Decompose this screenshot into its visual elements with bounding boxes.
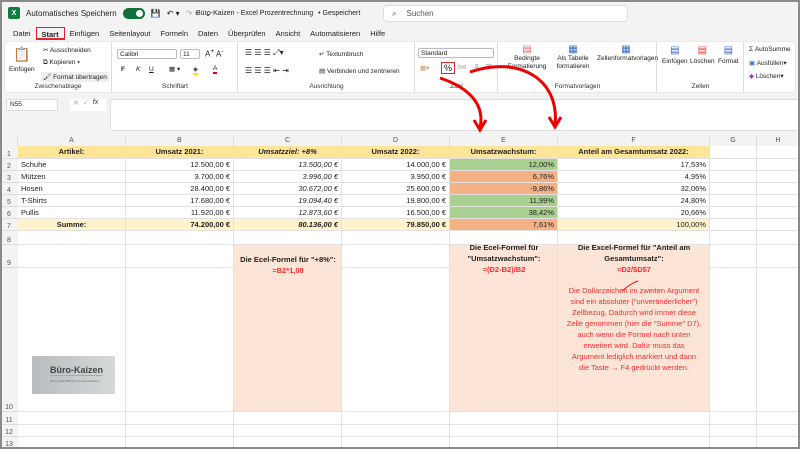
arrow-to-column-f <box>469 65 557 126</box>
arrow-to-dollar-formula <box>621 280 639 292</box>
annotation-arrows <box>439 65 639 292</box>
